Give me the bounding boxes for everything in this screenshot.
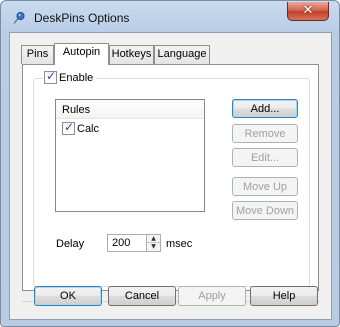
options-window: DeskPins Options ✕ Pins Autopin Hotkeys … bbox=[0, 0, 340, 327]
edit-button-label: Edit... bbox=[250, 152, 280, 164]
tab-label: Hotkeys bbox=[111, 48, 152, 60]
delay-input[interactable]: 200 bbox=[107, 234, 147, 252]
tab-language[interactable]: Language bbox=[154, 45, 210, 64]
tab-label: Language bbox=[157, 48, 207, 60]
window-title: DeskPins Options bbox=[34, 11, 130, 25]
add-button[interactable]: Add... bbox=[232, 99, 298, 118]
edit-button[interactable]: Edit... bbox=[232, 148, 298, 167]
apply-button[interactable]: Apply bbox=[178, 286, 246, 306]
delay-unit-label: msec bbox=[166, 238, 193, 250]
ok-button[interactable]: OK bbox=[34, 286, 102, 306]
remove-button-label: Remove bbox=[244, 128, 286, 140]
enable-option[interactable]: ✓ Enable bbox=[43, 69, 97, 85]
enable-checkbox[interactable]: ✓ bbox=[44, 69, 57, 84]
help-button[interactable]: Help bbox=[250, 286, 318, 306]
rules-list[interactable]: Rules ✓ Calc bbox=[55, 99, 205, 212]
rules-header-label: Rules bbox=[62, 104, 91, 116]
deskpins-pin-icon bbox=[13, 12, 25, 24]
enable-label: Enable bbox=[59, 71, 94, 84]
ok-button-label: OK bbox=[60, 290, 76, 302]
check-icon: ✓ bbox=[46, 69, 57, 83]
close-button[interactable]: ✕ bbox=[287, 2, 329, 21]
remove-button[interactable]: Remove bbox=[232, 124, 298, 143]
move-down-button[interactable]: Move Down bbox=[232, 201, 298, 220]
move-down-button-label: Move Down bbox=[235, 205, 295, 217]
delay-spinner[interactable]: ▲ ▼ bbox=[147, 234, 161, 252]
tab-autopin[interactable]: Autopin bbox=[54, 43, 109, 65]
autopin-panel: ✓ Enable Rules ✓ Calc Add... Remove Edit..… bbox=[22, 64, 319, 291]
spin-down-icon[interactable]: ▼ bbox=[147, 243, 160, 251]
list-item[interactable]: ✓ Calc bbox=[56, 119, 204, 136]
rule-checkbox[interactable]: ✓ bbox=[62, 120, 75, 135]
rule-label: Calc bbox=[77, 122, 100, 135]
delay-value: 200 bbox=[112, 237, 131, 249]
tab-pins[interactable]: Pins bbox=[21, 45, 54, 64]
check-icon: ✓ bbox=[64, 120, 75, 134]
move-up-button-label: Move Up bbox=[242, 181, 288, 193]
delay-label: Delay bbox=[56, 238, 85, 250]
tab-hotkeys[interactable]: Hotkeys bbox=[109, 45, 154, 64]
cancel-button-label: Cancel bbox=[124, 290, 160, 302]
cancel-button[interactable]: Cancel bbox=[108, 286, 176, 306]
help-button-label: Help bbox=[272, 290, 296, 302]
apply-button-label: Apply bbox=[198, 290, 226, 302]
title-bar[interactable]: DeskPins Options ✕ bbox=[1, 1, 339, 33]
spin-up-icon[interactable]: ▲ bbox=[147, 235, 160, 243]
dialog-body: Pins Autopin Hotkeys Language ✓ Enable Ru… bbox=[9, 32, 332, 320]
add-button-label: Add... bbox=[250, 103, 280, 115]
move-up-button[interactable]: Move Up bbox=[232, 177, 298, 196]
rules-column-header[interactable]: Rules bbox=[56, 100, 204, 119]
close-icon: ✕ bbox=[302, 3, 314, 18]
tab-label: Pins bbox=[26, 48, 49, 60]
tab-label: Autopin bbox=[62, 46, 101, 58]
